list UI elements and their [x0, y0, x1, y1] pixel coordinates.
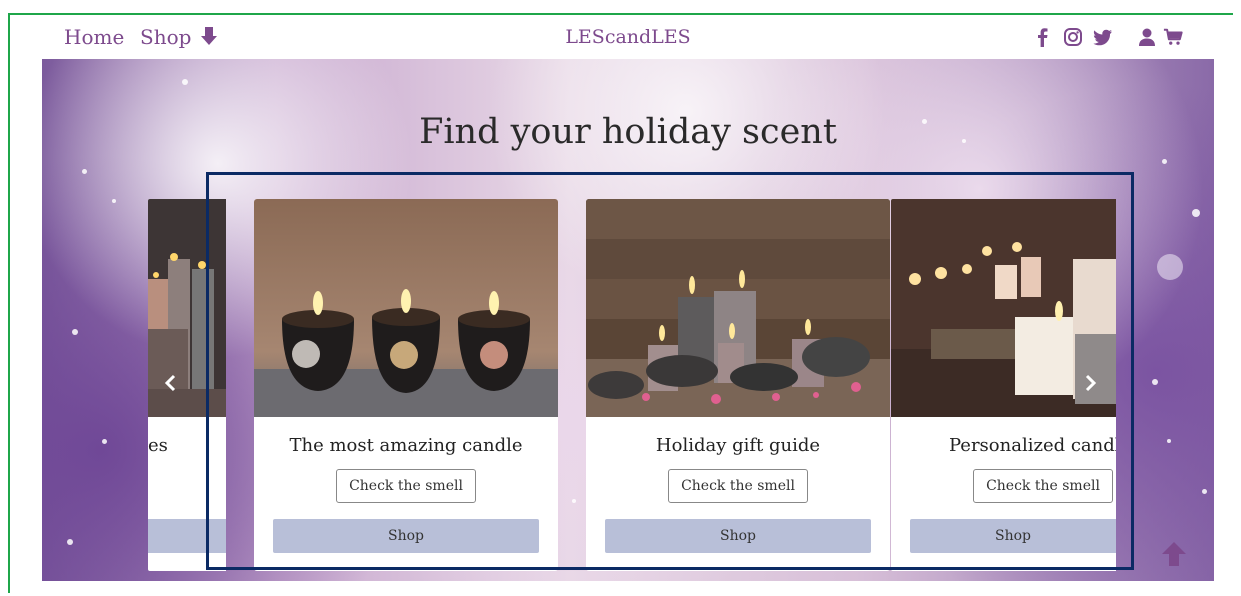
arrow-up-icon[interactable]	[1160, 540, 1188, 568]
cart-icon[interactable]	[1163, 27, 1183, 47]
user-icon[interactable]	[1137, 27, 1157, 47]
instagram-icon[interactable]	[1063, 27, 1083, 47]
facebook-icon[interactable]	[1033, 27, 1053, 47]
hero-title: Find your holiday scent	[419, 112, 837, 152]
chevron-left-icon[interactable]	[162, 374, 180, 392]
twitter-icon[interactable]	[1093, 27, 1113, 47]
top-navbar: Home Shop LEScandLES	[42, 15, 1214, 59]
carousel-highlight-outline	[206, 172, 1134, 570]
